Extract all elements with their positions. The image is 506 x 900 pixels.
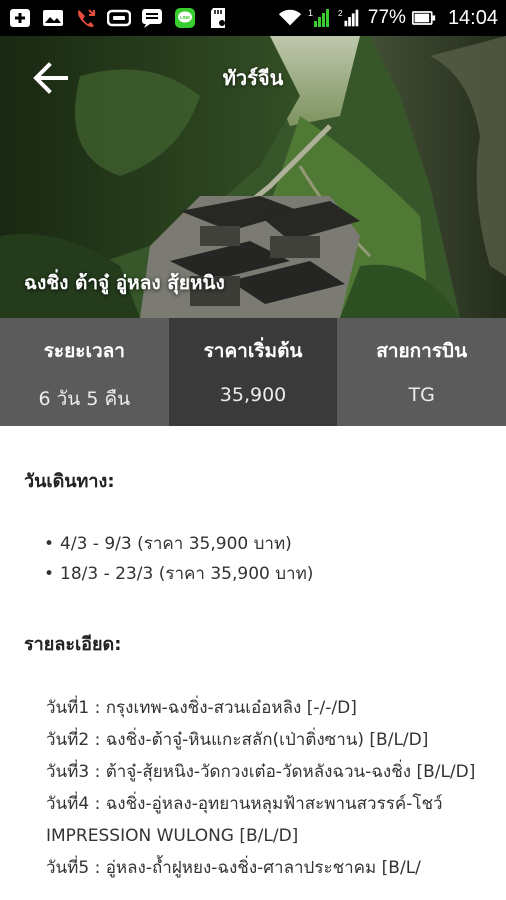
- hero-banner: ทัวร์จีน ฉงชิ่ง ต้าจู๋ อู่หลง สุ้ยหนิง: [0, 36, 506, 318]
- price-label: ราคาเริ่มต้น: [203, 340, 303, 362]
- itinerary-day: วันที่1 : กรุงเทพ-ฉงชิ่ง-สวนเอ๋อหลิง [-/…: [46, 698, 357, 718]
- missed-call-icon: [74, 7, 98, 29]
- details-heading: รายละเอียด:: [24, 634, 122, 655]
- itinerary-day: วันที่4 : ฉงชิ่ง-อู่หลง-อุทยานหลุมฟ้าสะพ…: [46, 794, 443, 846]
- sd-card-icon: [206, 7, 230, 29]
- plus-box-icon: [8, 7, 32, 29]
- svg-text:1: 1: [308, 8, 313, 18]
- wifi-icon: [278, 7, 302, 29]
- itinerary-day: วันที่2 : ฉงชิ่ง-ต้าจู๋-หินแกะสลัก(เป่าต…: [46, 730, 429, 750]
- airline-value: TG: [408, 384, 435, 406]
- svg-text:2: 2: [338, 8, 343, 18]
- tour-details: วันเดินทาง: 4/3 - 9/3 (ราคา 35,900 บาท) …: [0, 426, 506, 884]
- signal-1-icon: 1: [308, 7, 332, 29]
- gallery-icon: [41, 7, 65, 29]
- battery-percent: 77%: [367, 7, 406, 28]
- itinerary-list: วันที่1 : กรุงเทพ-ฉงชิ่ง-สวนเอ๋อหลิง [-/…: [24, 692, 482, 884]
- travel-dates-heading: วันเดินทาง:: [24, 471, 115, 492]
- itinerary-day: วันที่3 : ต้าจู๋-สุ้ยหนิง-วัดกวงเต๋อ-วัด…: [46, 762, 476, 782]
- message-icon: [140, 7, 164, 29]
- price-column: ราคาเริ่มต้น 35,900: [168, 318, 338, 426]
- tour-route-title: ฉงชิ่ง ต้าจู๋ อู่หลง สุ้ยหนิง: [24, 272, 225, 294]
- line-app-icon: LINE: [173, 7, 197, 29]
- status-bar: LINE 1 2 77% 14:04: [0, 0, 506, 36]
- svg-text:LINE: LINE: [180, 15, 190, 20]
- duration-column: ระยะเวลา 6 วัน 5 คืน: [0, 318, 169, 426]
- voicemail-icon: [107, 7, 131, 29]
- airline-column: สายการบิน TG: [337, 318, 506, 426]
- travel-date-item: 4/3 - 9/3 (ราคา 35,900 บาท): [44, 529, 482, 559]
- page-title: ทัวร์จีน: [222, 66, 284, 90]
- clock: 14:04: [447, 6, 498, 29]
- travel-date-item: 18/3 - 23/3 (ราคา 35,900 บาท): [44, 559, 482, 589]
- notification-icons: LINE: [8, 7, 230, 29]
- airline-label: สายการบิน: [376, 340, 468, 362]
- tour-info-bar: ระยะเวลา 6 วัน 5 คืน ราคาเริ่มต้น 35,900…: [0, 318, 506, 426]
- duration-label: ระยะเวลา: [43, 340, 125, 362]
- duration-value: 6 วัน 5 คืน: [38, 388, 131, 410]
- battery-icon: [411, 7, 436, 29]
- itinerary-day: วันที่5 : อู่หลง-ถ้ำฝูหยง-ฉงชิ่ง-ศาลาประ…: [46, 858, 421, 878]
- price-value: 35,900: [219, 384, 287, 406]
- signal-2-icon: 2: [338, 7, 362, 29]
- travel-dates-list: 4/3 - 9/3 (ราคา 35,900 บาท) 18/3 - 23/3 …: [24, 529, 482, 589]
